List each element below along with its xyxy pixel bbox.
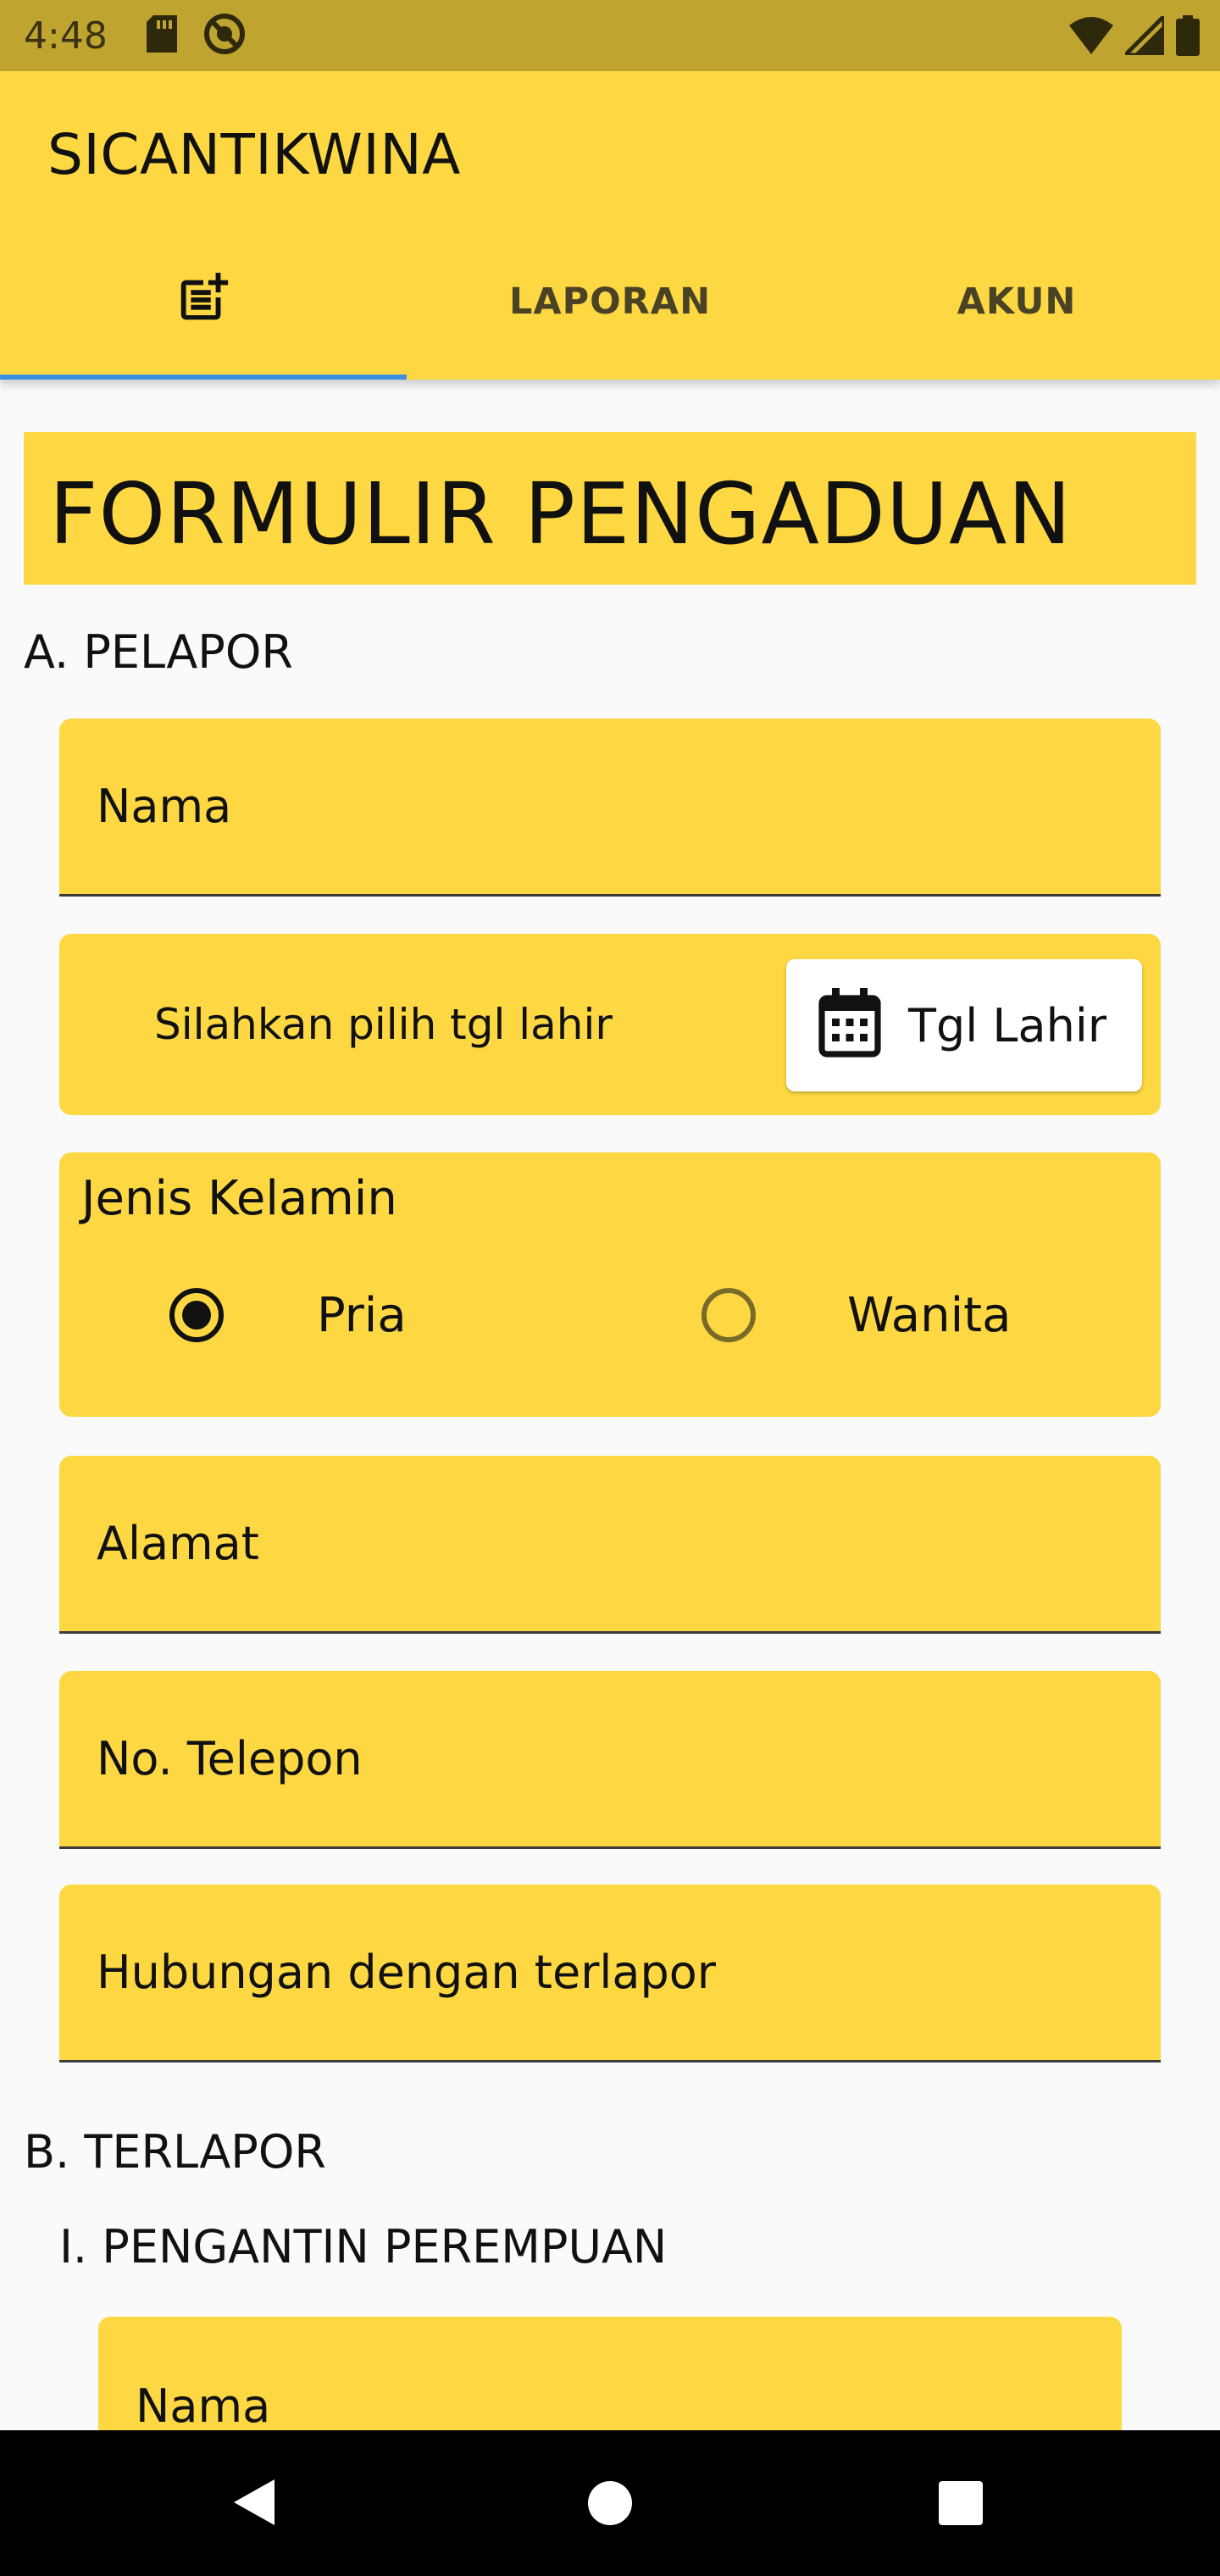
- nama-field[interactable]: Nama: [59, 719, 1161, 897]
- signal-icon: [1119, 10, 1167, 58]
- form-content[interactable]: FORMULIR PENGADUAN A. PELAPOR Nama Silah…: [0, 380, 1220, 2430]
- back-icon[interactable]: [230, 2476, 278, 2532]
- section-b-label: B. TERLAPOR: [24, 2125, 326, 2179]
- telepon-field-label: No. Telepon: [97, 1732, 363, 1785]
- home-icon[interactable]: [586, 2479, 634, 2530]
- do-not-disturb-icon: [202, 12, 247, 59]
- radio-pria-label[interactable]: Pria: [317, 1288, 407, 1343]
- telepon-field[interactable]: No. Telepon: [59, 1671, 1161, 1849]
- radio-wanita[interactable]: [702, 1288, 756, 1342]
- terlapor-nama-field[interactable]: Nama: [98, 2317, 1122, 2430]
- radio-wanita-label[interactable]: Wanita: [847, 1288, 1011, 1343]
- gender-label: Jenis Kelamin: [81, 1171, 397, 1226]
- tab-bar: LAPORAN AKUN: [0, 224, 1220, 380]
- nama-field-label: Nama: [97, 780, 232, 833]
- birthdate-row: Silahkan pilih tgl lahir Tgl Lahir: [59, 934, 1161, 1115]
- status-bar: 4:48: [0, 0, 1220, 71]
- battery-icon: [1176, 15, 1200, 59]
- sd-card-icon: [146, 15, 177, 56]
- form-title: FORMULIR PENGADUAN: [49, 464, 1073, 564]
- alamat-field[interactable]: Alamat: [59, 1456, 1161, 1634]
- tab-akun[interactable]: AKUN: [813, 224, 1220, 380]
- status-time: 4:48: [24, 14, 108, 58]
- subsection-pengantin-perempuan-label: I. PENGANTIN PEREMPUAN: [59, 2220, 668, 2273]
- tab-akun-label: AKUN: [957, 280, 1077, 323]
- tab-form[interactable]: [0, 224, 407, 380]
- radio-pria[interactable]: [169, 1288, 224, 1342]
- birthdate-button-label: Tgl Lahir: [908, 998, 1107, 1052]
- form-title-box: FORMULIR PENGADUAN: [24, 432, 1196, 585]
- wifi-icon: [1069, 17, 1113, 58]
- terlapor-nama-field-label: Nama: [136, 2379, 271, 2430]
- gender-group: Jenis Kelamin Pria Wanita: [59, 1152, 1161, 1417]
- tab-laporan[interactable]: LAPORAN: [407, 224, 813, 380]
- app-bar: SICANTIKWINA LAPORAN AKUN: [0, 71, 1220, 380]
- app-title: SICANTIKWINA: [47, 122, 461, 187]
- alamat-field-label: Alamat: [97, 1517, 259, 1570]
- tab-indicator: [0, 375, 407, 380]
- hubungan-field[interactable]: Hubungan dengan terlapor: [59, 1885, 1161, 2062]
- birthdate-hint: Silahkan pilih tgl lahir: [154, 1000, 613, 1049]
- birthdate-button[interactable]: Tgl Lahir: [786, 959, 1142, 1091]
- section-a-label: A. PELAPOR: [24, 625, 293, 679]
- navigation-bar: [0, 2430, 1220, 2576]
- hubungan-field-label: Hubungan dengan terlapor: [97, 1946, 717, 1999]
- post-add-icon: [174, 268, 233, 336]
- calendar-icon: [817, 988, 883, 1063]
- recents-icon[interactable]: [937, 2479, 984, 2530]
- tab-laporan-label: LAPORAN: [508, 280, 712, 323]
